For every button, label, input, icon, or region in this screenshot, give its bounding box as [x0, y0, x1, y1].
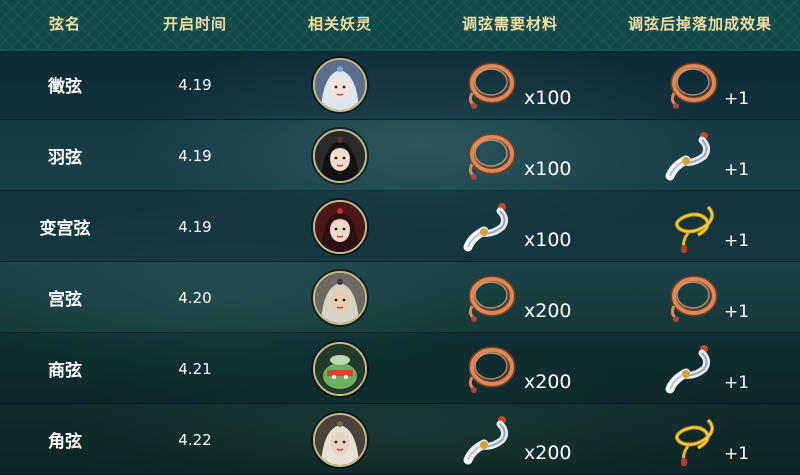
- string-name: 羽弦: [48, 148, 82, 168]
- material-quantity: x100: [524, 158, 572, 180]
- drop-bonus: +1: [724, 89, 750, 109]
- header-spirit: 相关妖灵: [307, 15, 372, 33]
- spirit-cell: [260, 333, 420, 404]
- spirit-avatar[interactable]: [313, 57, 367, 112]
- open-date: 4.19: [178, 75, 212, 94]
- string-coil-icon[interactable]: [462, 128, 518, 188]
- material-quantity: x200: [524, 442, 572, 464]
- string-coil-icon[interactable]: [664, 57, 720, 117]
- spirit-avatar[interactable]: [313, 341, 367, 396]
- open-date: 4.19: [178, 217, 212, 236]
- open-date: 4.21: [178, 359, 212, 378]
- material-quantity: x200: [524, 371, 572, 393]
- table-row: 徵弦 4.19 x100 +1: [0, 49, 800, 120]
- string-coil-icon[interactable]: [462, 341, 518, 401]
- white-tassel-icon[interactable]: [462, 199, 518, 259]
- spirit-avatar[interactable]: [313, 199, 367, 254]
- drop-bonus: +1: [724, 231, 750, 251]
- table-row: 羽弦 4.19 x100 +1: [0, 120, 800, 191]
- table-row: 变宫弦 4.19 x100 +1: [0, 191, 800, 262]
- white-tassel-icon[interactable]: [664, 341, 720, 401]
- string-coil-icon[interactable]: [664, 270, 720, 330]
- string-name: 角弦: [48, 432, 82, 452]
- spirit-cell: [260, 262, 420, 333]
- spirit-cell: [260, 49, 420, 120]
- gold-cord-icon[interactable]: [664, 199, 720, 259]
- string-name: 徵弦: [48, 77, 82, 97]
- table-row: 商弦 4.21 x200 +1: [0, 333, 800, 404]
- spirit-cell: [260, 404, 420, 475]
- string-coil-icon[interactable]: [462, 270, 518, 330]
- gold-cord-icon[interactable]: [664, 412, 720, 472]
- white-tassel-icon[interactable]: [664, 128, 720, 188]
- spirit-avatar[interactable]: [313, 128, 367, 183]
- white-tassel-icon[interactable]: [462, 412, 518, 472]
- string-name: 变宫弦: [39, 219, 91, 239]
- spirit-cell: [260, 191, 420, 262]
- string-coil-icon[interactable]: [462, 57, 518, 117]
- open-date: 4.20: [178, 288, 212, 307]
- header-date: 开启时间: [162, 15, 227, 33]
- table-row: 宫弦 4.20 x200 +1: [0, 262, 800, 333]
- table-header: 弦名 开启时间 相关妖灵 调弦需要材料 调弦后掉落加成效果: [0, 0, 800, 51]
- drop-bonus: +1: [724, 302, 750, 322]
- material-quantity: x100: [524, 87, 572, 109]
- header-name: 弦名: [48, 15, 81, 33]
- string-name: 宫弦: [48, 290, 82, 310]
- drop-bonus: +1: [724, 444, 750, 464]
- spirit-cell: [260, 120, 420, 191]
- drop-bonus: +1: [724, 160, 750, 180]
- string-name: 商弦: [48, 361, 82, 381]
- spirit-avatar[interactable]: [313, 270, 367, 325]
- table-row: 角弦 4.22 x200 +1: [0, 404, 800, 475]
- spirit-avatar[interactable]: [313, 412, 367, 467]
- material-quantity: x100: [524, 229, 572, 251]
- open-date: 4.19: [178, 146, 212, 165]
- header-bonus: 调弦后掉落加成效果: [627, 15, 772, 33]
- drop-bonus: +1: [724, 373, 750, 393]
- open-date: 4.22: [178, 430, 212, 449]
- material-quantity: x200: [524, 300, 572, 322]
- header-material: 调弦需要材料: [461, 15, 558, 33]
